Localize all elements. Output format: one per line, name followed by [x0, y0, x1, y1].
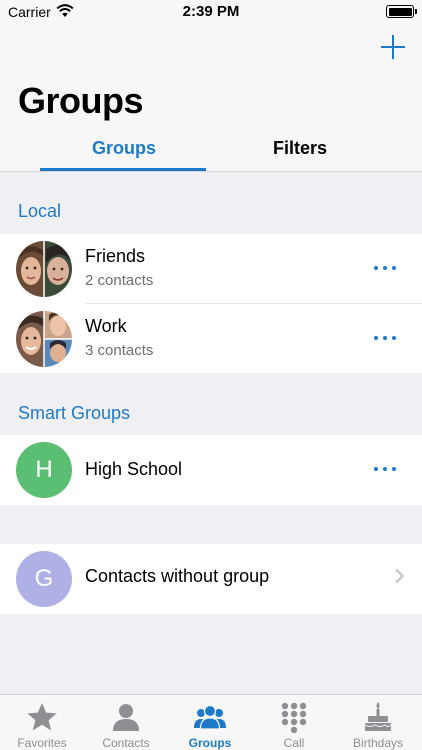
person-icon [113, 704, 139, 731]
add-group-button[interactable] [380, 34, 406, 60]
group-row-work[interactable]: Work 3 contacts [0, 304, 422, 374]
star-icon [27, 703, 57, 731]
battery-icon [386, 5, 417, 18]
tab-bar-contacts[interactable]: Contacts [84, 695, 168, 750]
group-contact-count: 3 contacts [85, 342, 154, 359]
section-header-local: Local [18, 201, 62, 221]
keypad-icon [281, 702, 307, 733]
group-icon [194, 704, 226, 730]
active-tab-indicator [40, 168, 206, 171]
tab-bar: Favorites Contacts Groups Call Birthdays [0, 694, 422, 750]
tab-groups[interactable]: Groups [40, 138, 208, 159]
tab-filters[interactable]: Filters [216, 138, 384, 159]
more-options-icon[interactable] [374, 264, 396, 272]
group-name: Friends [85, 246, 146, 266]
ungrouped-list: G Contacts without group [0, 544, 422, 614]
status-time: 2:39 PM [182, 3, 240, 20]
more-options-icon[interactable] [374, 465, 396, 473]
group-row-friends[interactable]: Friends 2 contacts [0, 234, 422, 304]
tab-bar-call[interactable]: Call [252, 695, 336, 750]
page-title: Groups [18, 80, 144, 121]
group-name: Work [85, 316, 127, 336]
group-contact-count: 2 contacts [85, 272, 154, 289]
ungrouped-avatar: G [16, 551, 72, 607]
group-avatar-work [16, 311, 72, 367]
tab-bar-favorites[interactable]: Favorites [0, 695, 84, 750]
local-groups-list: Friends 2 contacts Work 3 contacts [0, 234, 422, 373]
group-row-high-school[interactable]: H High School [0, 435, 422, 505]
tab-label: Contacts [102, 736, 150, 750]
tab-label: Favorites [17, 736, 67, 750]
smart-groups-list: H High School [0, 435, 422, 505]
group-avatar-friends [16, 241, 72, 297]
tab-label: Groups [188, 736, 232, 750]
group-avatar-high-school: H [16, 442, 72, 498]
tab-label: Call [283, 736, 305, 750]
ungrouped-label: Contacts without group [85, 566, 270, 586]
more-options-icon[interactable] [374, 334, 396, 342]
tab-bar-birthdays[interactable]: Birthdays [336, 695, 420, 750]
group-name: High School [85, 459, 183, 479]
row-contacts-without-group[interactable]: G Contacts without group [0, 544, 422, 614]
chevron-right-icon [389, 568, 405, 584]
tab-label: Birthdays [352, 736, 404, 750]
section-header-smart-groups: Smart Groups [18, 403, 131, 423]
tab-bar-groups[interactable]: Groups [168, 695, 252, 750]
navigation-header: Groups Groups Filters [0, 24, 422, 172]
cake-icon [364, 702, 392, 731]
status-bar: Carrier 2:39 PM [0, 0, 422, 24]
